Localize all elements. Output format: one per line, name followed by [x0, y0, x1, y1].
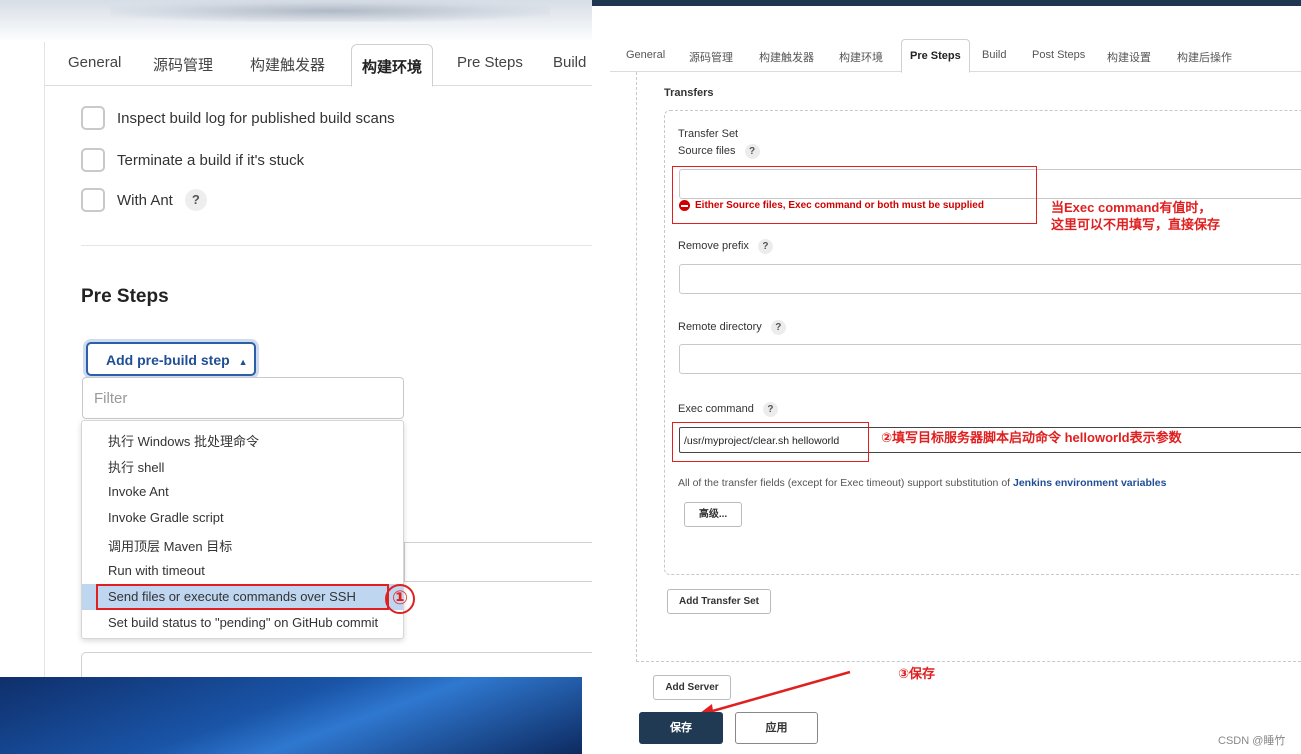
with-ant-label: With Ant	[117, 191, 173, 209]
right-tab-bar: General 源码管理 构建触发器 构建环境 Pre Steps Build …	[610, 6, 1301, 73]
source-files-annotation-line2: 这里可以不用填写，直接保存	[1051, 217, 1221, 232]
terminate-stuck-build-checkbox[interactable]	[81, 148, 105, 172]
ssh-menu-highlight-box	[96, 584, 389, 610]
desktop-wallpaper	[0, 677, 582, 754]
save-annotation: ③保存	[898, 666, 936, 681]
tab-build-triggers[interactable]: 构建触发器	[250, 54, 325, 75]
remove-prefix-label-row: Remove prefix ?	[678, 239, 773, 254]
source-files-annotation: 当Exec command有值时， 这里可以不用填写，直接保存	[1051, 199, 1220, 233]
remove-prefix-label: Remove prefix	[678, 240, 749, 252]
add-transfer-set-button[interactable]: Add Transfer Set	[667, 589, 771, 614]
csdn-watermark: CSDN @睡竹	[1218, 735, 1286, 747]
add-pre-build-step-label: Add pre-build step	[106, 352, 230, 368]
pre-steps-heading: Pre Steps	[81, 286, 169, 307]
env-variables-note-text: All of the transfer fields (except for E…	[678, 477, 1013, 489]
source-files-help-icon[interactable]: ?	[744, 144, 760, 159]
env-variables-note: All of the transfer fields (except for E…	[678, 477, 1166, 489]
hidden-field-behind-menu-2	[81, 652, 592, 677]
source-files-label: Source files	[678, 145, 736, 157]
transfers-label: Transfers	[664, 87, 714, 99]
terminate-stuck-build-label: Terminate a build if it's stuck	[117, 151, 305, 169]
exec-command-label-row: Exec command ?	[678, 402, 778, 417]
exec-command-highlight-box	[672, 422, 869, 462]
right-config-panel: General 源码管理 构建触发器 构建环境 Pre Steps Build …	[610, 6, 1301, 754]
remote-directory-label: Remote directory	[678, 321, 762, 333]
tab-post-steps[interactable]: Post Steps	[1032, 49, 1085, 61]
exec-command-help-icon[interactable]: ?	[762, 402, 778, 417]
with-ant-help-icon[interactable]: ?	[184, 189, 207, 211]
section-divider	[81, 245, 592, 246]
source-files-highlight-box	[672, 166, 1037, 224]
remote-directory-help-icon[interactable]: ?	[770, 320, 786, 335]
transfer-set-label: Transfer Set	[678, 128, 739, 140]
remote-directory-label-row: Remote directory ?	[678, 320, 786, 335]
tab-build-settings[interactable]: 构建设置	[1107, 49, 1151, 65]
left-tab-bar: General 源码管理 构建触发器 构建环境 Pre Steps Build	[45, 42, 592, 87]
jenkins-env-variables-link[interactable]: Jenkins environment variables	[1013, 477, 1166, 489]
menu-item-windows-batch[interactable]: 执行 Windows 批处理命令	[82, 426, 403, 452]
source-files-annotation-line1: 当Exec command有值时，	[1051, 200, 1212, 215]
menu-item-run-with-timeout[interactable]: Run with timeout	[82, 558, 403, 584]
with-ant-checkbox[interactable]	[81, 188, 105, 212]
menu-item-execute-shell[interactable]: 执行 shell	[82, 452, 403, 478]
exec-command-label: Exec command	[678, 403, 754, 415]
window-shadow	[110, 0, 550, 22]
add-pre-build-step-button[interactable]: Add pre-build step ▲	[86, 342, 256, 376]
tab-source-management[interactable]: 源码管理	[153, 54, 213, 75]
inspect-build-log-option: Inspect build log for published build sc…	[81, 106, 395, 130]
advanced-button[interactable]: 高级...	[684, 502, 742, 527]
menu-item-maven-goals[interactable]: 调用顶层 Maven 目标	[82, 531, 403, 557]
save-button[interactable]: 保存	[639, 712, 723, 744]
tab-source-management[interactable]: 源码管理	[689, 49, 733, 65]
step-1-marker: ①	[385, 584, 415, 614]
tab-build[interactable]: Build	[982, 49, 1006, 61]
source-files-label-row: Source files ?	[678, 144, 760, 159]
apply-button[interactable]: 应用	[735, 712, 818, 744]
tab-pre-steps[interactable]: Pre Steps	[457, 54, 523, 71]
exec-command-annotation: ②填写目标服务器脚本启动命令 helloworld表示参数	[881, 430, 1182, 445]
hidden-field-behind-menu	[404, 542, 592, 582]
with-ant-option: With Ant ?	[81, 188, 207, 212]
remove-prefix-input[interactable]	[679, 264, 1301, 294]
tab-post-build-actions[interactable]: 构建后操作	[1177, 49, 1232, 65]
menu-item-github-pending-status[interactable]: Set build status to "pending" on GitHub …	[82, 610, 403, 636]
filter-input[interactable]: Filter	[82, 377, 404, 419]
left-config-panel: General 源码管理 构建触发器 构建环境 Pre Steps Build …	[44, 42, 592, 677]
remote-directory-input[interactable]	[679, 344, 1301, 374]
terminate-stuck-build-option: Terminate a build if it's stuck	[81, 148, 304, 172]
inspect-build-log-label: Inspect build log for published build sc…	[117, 109, 395, 127]
tab-build-environment[interactable]: 构建环境	[351, 44, 434, 87]
remove-prefix-help-icon[interactable]: ?	[757, 239, 773, 254]
caret-up-icon: ▲	[238, 357, 248, 367]
tab-pre-steps[interactable]: Pre Steps	[901, 39, 970, 73]
tab-build[interactable]: Build	[553, 54, 586, 71]
tab-general[interactable]: General	[68, 54, 121, 71]
tab-general[interactable]: General	[626, 49, 665, 61]
menu-item-invoke-ant[interactable]: Invoke Ant	[82, 479, 403, 505]
tab-build-environment[interactable]: 构建环境	[839, 49, 883, 65]
menu-item-invoke-gradle[interactable]: Invoke Gradle script	[82, 505, 403, 531]
tab-build-triggers[interactable]: 构建触发器	[759, 49, 814, 65]
inspect-build-log-checkbox[interactable]	[81, 106, 105, 130]
